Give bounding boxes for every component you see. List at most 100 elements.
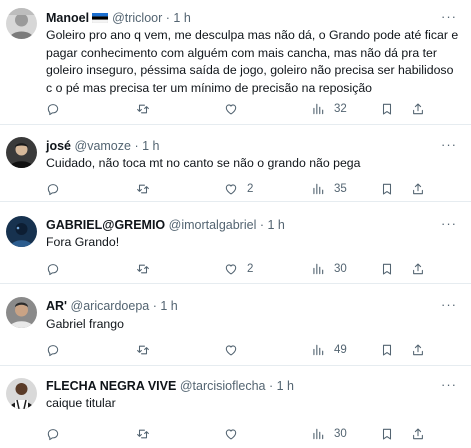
share-icon	[411, 102, 425, 116]
views-button[interactable]: 35	[311, 181, 347, 197]
bookmark-button[interactable]	[380, 261, 394, 277]
avatar[interactable]	[6, 216, 37, 247]
more-horizontal-icon[interactable]: ···	[441, 377, 457, 392]
separator-dot: ·	[268, 379, 274, 393]
reply-icon	[46, 427, 60, 441]
reply-button[interactable]	[46, 101, 69, 117]
display-name[interactable]: FLECHA NEGRA VIVE	[46, 379, 176, 393]
share-button[interactable]	[411, 181, 425, 197]
timestamp[interactable]: 1 h	[173, 11, 190, 25]
tweet-actions: 49	[46, 342, 466, 358]
views-button[interactable]: 32	[311, 101, 347, 117]
timestamp[interactable]: 1 h	[160, 299, 177, 313]
share-icon	[411, 343, 425, 357]
tweet-actions: 30	[46, 426, 466, 442]
share-button[interactable]	[411, 426, 425, 442]
estonia-flag-icon	[91, 11, 109, 24]
views-icon	[311, 427, 325, 441]
timestamp[interactable]: 1 h	[268, 218, 285, 232]
retweet-button[interactable]	[136, 342, 159, 358]
views-icon	[311, 102, 325, 116]
share-icon	[411, 182, 425, 196]
tweet[interactable]: FLECHA NEGRA VIVE @tarcisioflecha · 1 h …	[0, 366, 471, 448]
retweet-button[interactable]	[136, 181, 159, 197]
more-horizontal-icon[interactable]: ···	[441, 137, 457, 152]
user-handle[interactable]: @tarcisioflecha	[180, 379, 266, 393]
bookmark-button[interactable]	[380, 426, 394, 442]
display-name[interactable]: GABRIEL@GREMIO	[46, 218, 165, 232]
user-handle[interactable]: @vamoze	[75, 139, 131, 153]
tweet-text-line: Goleiro pro ano q vem, me desculpa mas n…	[46, 28, 459, 42]
reply-button[interactable]	[46, 342, 69, 358]
retweet-button[interactable]	[136, 261, 159, 277]
bookmark-button[interactable]	[380, 342, 394, 358]
bookmark-button[interactable]	[380, 181, 394, 197]
tweet-text: Goleiro pro ano q vem, me desculpa mas n…	[46, 27, 466, 97]
tweet-header: FLECHA NEGRA VIVE @tarcisioflecha · 1 h	[46, 378, 294, 394]
reply-feed: Manoel @tricloor · 1 h ··· Goleiro pro an…	[0, 0, 471, 448]
like-button[interactable]	[224, 101, 247, 117]
retweet-icon	[136, 262, 150, 276]
timestamp[interactable]: 1 h	[142, 139, 159, 153]
tweet-text-line: c o pé mas precisa ter um mínimo de prec…	[46, 80, 373, 95]
views-icon	[311, 182, 325, 196]
like-button[interactable]: 2	[224, 261, 253, 277]
reply-button[interactable]	[46, 426, 69, 442]
views-icon	[311, 262, 325, 276]
more-horizontal-icon[interactable]: ···	[441, 216, 457, 231]
like-icon	[224, 343, 238, 357]
like-button[interactable]	[224, 426, 247, 442]
bookmark-button[interactable]	[380, 101, 394, 117]
retweet-button[interactable]	[136, 426, 159, 442]
reply-button[interactable]	[46, 181, 69, 197]
avatar[interactable]	[6, 137, 37, 168]
display-name[interactable]: AR'	[46, 299, 67, 313]
like-button[interactable]	[224, 342, 247, 358]
tweet[interactable]: AR' @aricardoepa · 1 h ··· Gabriel frang…	[0, 284, 471, 366]
reply-icon	[46, 182, 60, 196]
reply-button[interactable]	[46, 261, 69, 277]
tweet-text: Gabriel frango	[46, 316, 466, 334]
like-icon	[224, 262, 238, 276]
reply-icon	[46, 343, 60, 357]
separator-dot: ·	[134, 139, 139, 153]
tweet-text-line: goleiro inseguro, péssima saída de jogo,…	[46, 63, 454, 77]
tweet-text-line: caique titular	[46, 396, 116, 410]
views-button[interactable]: 49	[311, 342, 347, 358]
like-count: 2	[247, 183, 254, 195]
user-handle[interactable]: @aricardoepa	[71, 299, 150, 313]
views-button[interactable]: 30	[311, 426, 347, 442]
retweet-icon	[136, 102, 150, 116]
more-horizontal-icon[interactable]: ···	[441, 9, 457, 24]
reply-icon	[46, 102, 60, 116]
tweet-text: Fora Grando!	[46, 234, 466, 252]
tweet[interactable]: Manoel @tricloor · 1 h ··· Goleiro pro an…	[0, 0, 471, 125]
avatar[interactable]	[6, 297, 37, 328]
retweet-icon	[136, 427, 150, 441]
tweet-actions: 32	[46, 101, 466, 117]
tweet-text-line: pagar conhecimento com alguém com mais c…	[46, 45, 437, 60]
share-button[interactable]	[411, 101, 425, 117]
like-icon	[224, 102, 238, 116]
tweet[interactable]: GABRIEL@GREMIO @imortalgabriel · 1 h ···…	[0, 202, 471, 284]
share-button[interactable]	[411, 342, 425, 358]
separator-dot: ·	[259, 218, 265, 232]
avatar[interactable]	[6, 8, 37, 39]
share-button[interactable]	[411, 261, 425, 277]
like-icon	[224, 427, 238, 441]
user-handle[interactable]: @tricloor	[112, 11, 162, 25]
display-name[interactable]: Manoel	[46, 11, 89, 25]
like-button[interactable]: 2	[224, 181, 253, 197]
views-button[interactable]: 30	[311, 261, 347, 277]
tweet[interactable]: josé @vamoze · 1 h ··· Cuidado, não toca…	[0, 125, 471, 202]
tweet-text: Cuidado, não toca mt no canto se não o g…	[46, 155, 466, 173]
user-handle[interactable]: @imortalgabriel	[169, 218, 257, 232]
tweet-text-line: Gabriel frango	[46, 317, 124, 331]
more-horizontal-icon[interactable]: ···	[441, 297, 457, 312]
retweet-button[interactable]	[136, 101, 159, 117]
retweet-icon	[136, 182, 150, 196]
separator-dot: ·	[152, 299, 157, 313]
display-name[interactable]: josé	[46, 139, 71, 153]
timestamp[interactable]: 1 h	[277, 379, 294, 393]
avatar[interactable]	[6, 378, 37, 409]
